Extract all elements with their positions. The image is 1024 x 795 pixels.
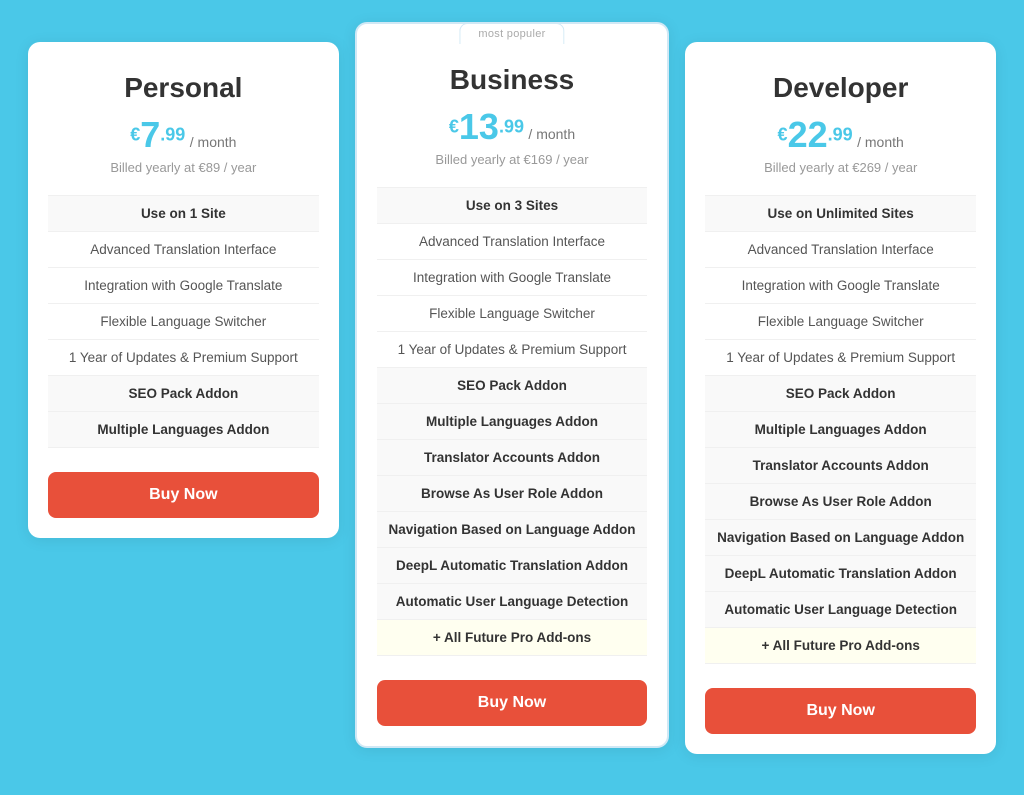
feature-item: Multiple Languages Addon <box>705 412 976 448</box>
plan-card-personal: Personal €7.99 / month Billed yearly at … <box>28 42 339 538</box>
feature-item: Automatic User Language Detection <box>377 584 648 620</box>
feature-item: Multiple Languages Addon <box>48 412 319 448</box>
features-list-personal: Use on 1 SiteAdvanced Translation Interf… <box>48 195 319 448</box>
plan-billed-developer: Billed yearly at €269 / year <box>705 160 976 175</box>
plan-amount: 22 <box>788 114 828 155</box>
plan-currency: € <box>778 124 788 144</box>
plan-name-business: Business <box>377 64 648 96</box>
plan-decimal: .99 <box>499 116 524 136</box>
plan-period: / month <box>190 134 237 150</box>
plan-period: / month <box>528 126 575 142</box>
plan-amount: 13 <box>459 106 499 147</box>
feature-item: Translator Accounts Addon <box>377 440 648 476</box>
plan-period: / month <box>857 134 904 150</box>
features-list-business: Use on 3 SitesAdvanced Translation Inter… <box>377 187 648 656</box>
feature-item: Integration with Google Translate <box>705 268 976 304</box>
feature-item: Integration with Google Translate <box>377 260 648 296</box>
feature-item: Navigation Based on Language Addon <box>705 520 976 556</box>
plan-price-personal: €7.99 / month <box>48 114 319 156</box>
plan-billed-personal: Billed yearly at €89 / year <box>48 160 319 175</box>
feature-item: Flexible Language Switcher <box>705 304 976 340</box>
buy-button-personal[interactable]: Buy Now <box>48 472 319 518</box>
feature-item: + All Future Pro Add-ons <box>377 620 648 656</box>
plan-currency: € <box>449 116 459 136</box>
plan-price-business: €13.99 / month <box>377 106 648 148</box>
feature-item: + All Future Pro Add-ons <box>705 628 976 664</box>
plan-price-developer: €22.99 / month <box>705 114 976 156</box>
feature-item: Flexible Language Switcher <box>377 296 648 332</box>
plan-billed-business: Billed yearly at €169 / year <box>377 152 648 167</box>
feature-item: Advanced Translation Interface <box>705 232 976 268</box>
feature-item: 1 Year of Updates & Premium Support <box>48 340 319 376</box>
features-list-developer: Use on Unlimited SitesAdvanced Translati… <box>705 195 976 664</box>
feature-item: DeepL Automatic Translation Addon <box>705 556 976 592</box>
feature-item: Translator Accounts Addon <box>705 448 976 484</box>
feature-item: SEO Pack Addon <box>48 376 319 412</box>
plan-card-business: most populer Business €13.99 / month Bill… <box>355 22 670 748</box>
feature-item: Navigation Based on Language Addon <box>377 512 648 548</box>
feature-item: SEO Pack Addon <box>705 376 976 412</box>
pricing-container: Personal €7.99 / month Billed yearly at … <box>20 32 1004 764</box>
buy-button-developer[interactable]: Buy Now <box>705 688 976 734</box>
feature-item: Use on Unlimited Sites <box>705 195 976 232</box>
most-popular-badge: most populer <box>459 23 564 44</box>
plan-name-developer: Developer <box>705 72 976 104</box>
feature-item: Multiple Languages Addon <box>377 404 648 440</box>
plan-decimal: .99 <box>160 124 185 144</box>
feature-item: 1 Year of Updates & Premium Support <box>705 340 976 376</box>
plan-decimal: .99 <box>828 124 853 144</box>
buy-button-business[interactable]: Buy Now <box>377 680 648 726</box>
feature-item: Integration with Google Translate <box>48 268 319 304</box>
plan-card-developer: Developer €22.99 / month Billed yearly a… <box>685 42 996 754</box>
feature-item: DeepL Automatic Translation Addon <box>377 548 648 584</box>
feature-item: Browse As User Role Addon <box>377 476 648 512</box>
plan-name-personal: Personal <box>48 72 319 104</box>
feature-item: SEO Pack Addon <box>377 368 648 404</box>
feature-item: Use on 3 Sites <box>377 187 648 224</box>
feature-item: Advanced Translation Interface <box>48 232 319 268</box>
plan-amount: 7 <box>140 114 160 155</box>
plan-currency: € <box>130 124 140 144</box>
feature-item: 1 Year of Updates & Premium Support <box>377 332 648 368</box>
feature-item: Use on 1 Site <box>48 195 319 232</box>
feature-item: Flexible Language Switcher <box>48 304 319 340</box>
feature-item: Browse As User Role Addon <box>705 484 976 520</box>
feature-item: Advanced Translation Interface <box>377 224 648 260</box>
feature-item: Automatic User Language Detection <box>705 592 976 628</box>
